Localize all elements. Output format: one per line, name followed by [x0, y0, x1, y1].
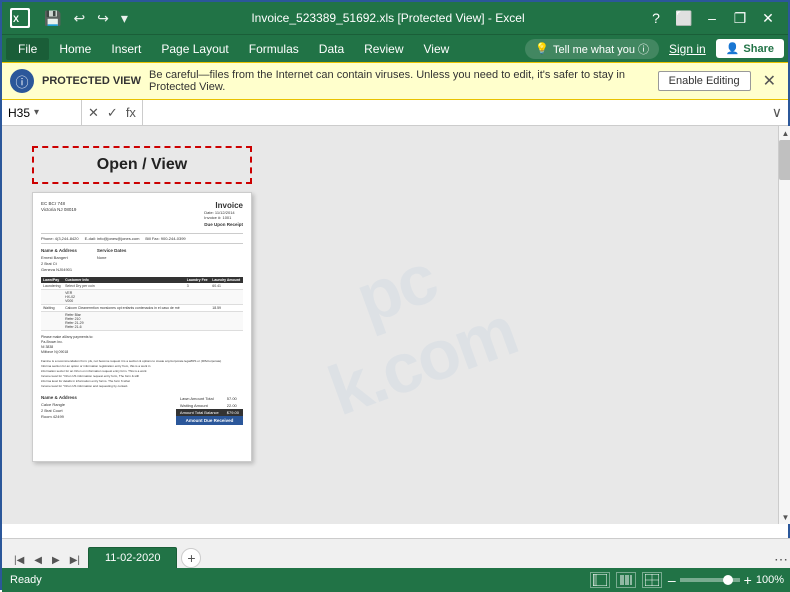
menu-home[interactable]: Home — [49, 38, 101, 60]
menu-formulas[interactable]: Formulas — [239, 38, 309, 60]
menu-insert[interactable]: Insert — [101, 38, 151, 60]
formula-function-icon[interactable]: fx — [124, 105, 138, 120]
quick-access-toolbar: 💾 ↩ ↪ ▾ — [40, 8, 132, 29]
shield-icon: ⓘ — [10, 69, 34, 93]
zoom-minus-btn[interactable]: – — [668, 572, 676, 588]
zoom-plus-btn[interactable]: + — [744, 572, 752, 588]
menu-bar-right: 💡 Tell me what you ⓘ Sign in 👤 Share — [525, 39, 784, 59]
help-icon[interactable]: ? — [644, 6, 668, 30]
tab-navigation: |◀ ◀ ▶ ▶| — [6, 553, 88, 568]
first-tab-btn[interactable]: |◀ — [10, 553, 28, 568]
formula-cancel-icon[interactable]: ✕ — [86, 105, 101, 121]
open-view-label: Open / View — [97, 156, 187, 173]
undo-btn[interactable]: ↩ — [69, 8, 89, 29]
last-tab-btn[interactable]: ▶| — [66, 553, 84, 568]
protected-view-bar: ⓘ PROTECTED VIEW Be careful—files from t… — [2, 62, 788, 100]
menu-review[interactable]: Review — [354, 38, 413, 60]
tab-more-options[interactable]: ⋯ — [774, 551, 788, 568]
formula-confirm-icon[interactable]: ✓ — [105, 105, 120, 121]
sheet-area: pck.com Open / View EC BCr 748 Victoria … — [2, 126, 778, 524]
contact-row: Phone: 4(3,244-8420 E-dail: info@jones@j… — [41, 233, 243, 244]
title-bar-left: X 💾 ↩ ↪ ▾ — [10, 8, 132, 29]
minimize-btn[interactable]: – — [700, 6, 724, 30]
formula-input[interactable] — [143, 106, 766, 120]
zoom-percent: 100% — [756, 574, 784, 586]
invoice-total-section: Name & Address Calce Rangle 2 Brat Court… — [41, 395, 243, 425]
invoice-table: Lawn/Pay Customer Info Laundry Fee Laund… — [41, 277, 243, 331]
ready-label: Ready — [10, 574, 590, 586]
scroll-track-vertical[interactable] — [779, 140, 790, 510]
search-label: Tell me what you ⓘ — [553, 41, 649, 57]
window-title: Invoice_523389_51692.xls [Protected View… — [132, 11, 644, 25]
person-icon: 👤 — [726, 42, 740, 55]
menu-bar: File Home Insert Page Layout Formulas Da… — [2, 34, 788, 62]
protected-view-label: PROTECTED VIEW — [42, 75, 141, 87]
scroll-down-btn[interactable]: ▼ — [779, 510, 790, 524]
company-info: EC BCr 748 Victoria NJ 08019 — [41, 201, 76, 227]
formula-controls: ✕ ✓ fx — [82, 100, 143, 125]
cell-ref-value: H35 — [8, 106, 30, 120]
scroll-thumb-vertical[interactable] — [779, 140, 790, 180]
cell-reference-box[interactable]: H35 ▾ — [2, 100, 82, 125]
sheet-tab-1[interactable]: 11-02-2020 — [88, 547, 177, 568]
formula-expand-icon[interactable]: ∨ — [766, 104, 788, 121]
search-box[interactable]: 💡 Tell me what you ⓘ — [525, 39, 659, 59]
menu-view[interactable]: View — [414, 38, 460, 60]
page-break-view-btn[interactable] — [642, 572, 662, 588]
tab-bar: |◀ ◀ ▶ ▶| 11-02-2020 + ⋯ — [2, 538, 790, 568]
formula-bar: H35 ▾ ✕ ✓ fx ∨ — [2, 100, 788, 126]
cell-ref-dropdown-icon[interactable]: ▾ — [34, 107, 39, 118]
menu-page-layout[interactable]: Page Layout — [151, 38, 238, 60]
title-bar-controls: ? ⬜ – ❐ ✕ — [644, 6, 780, 30]
signin-button[interactable]: Sign in — [663, 40, 712, 58]
normal-view-btn[interactable] — [590, 572, 610, 588]
invoice-title: Invoice — [204, 201, 243, 210]
enable-editing-button[interactable]: Enable Editing — [658, 71, 751, 91]
watermark: pck.com — [293, 220, 526, 430]
due-label: Due Upon Receipt — [204, 222, 243, 227]
add-sheet-button[interactable]: + — [181, 548, 201, 568]
redo-btn[interactable]: ↪ — [93, 8, 113, 29]
scroll-up-btn[interactable]: ▲ — [779, 126, 790, 140]
open-view-box[interactable]: Open / View — [32, 146, 252, 184]
status-bar: Ready – + 100% — [2, 568, 790, 592]
restore-btn[interactable]: ❐ — [728, 6, 752, 30]
invoice-notes: Please make all/any payments to: Pa-Brow… — [41, 335, 243, 389]
invoice-document: EC BCr 748 Victoria NJ 08019 Invoice Dat… — [32, 192, 252, 462]
ribbon-collapse-btn[interactable]: ⬜ — [672, 6, 696, 30]
share-label: Share — [743, 43, 774, 55]
title-bar: X 💾 ↩ ↪ ▾ Invoice_523389_51692.xls [Prot… — [2, 2, 788, 34]
vertical-scrollbar[interactable]: ▲ ▼ — [778, 126, 790, 524]
menu-file[interactable]: File — [6, 38, 49, 60]
invoice-preview: Open / View EC BCr 748 Victoria NJ 08019… — [32, 146, 252, 462]
page-layout-view-btn[interactable] — [616, 572, 636, 588]
address-section: Name & Address Ernest Bangert 2 Brat Ct … — [41, 248, 243, 273]
zoom-bar: – + 100% — [668, 572, 784, 588]
excel-icon: X — [10, 8, 30, 28]
share-button[interactable]: 👤 Share — [716, 39, 784, 58]
status-bar-right: – + 100% — [590, 572, 784, 588]
menu-data[interactable]: Data — [309, 38, 354, 60]
zoom-thumb — [723, 575, 733, 585]
customize-qa-btn[interactable]: ▾ — [117, 8, 132, 29]
amount-due-badge: Amount Due Received — [176, 416, 243, 425]
lightbulb-icon: 💡 — [535, 42, 549, 55]
invoice-number: Invoice #: 1001 — [204, 215, 243, 220]
save-quick-btn[interactable]: 💾 — [40, 8, 65, 29]
tab-bar-right: ⋯ — [774, 551, 788, 568]
svg-text:X: X — [13, 14, 19, 24]
close-protected-bar-icon[interactable]: ✕ — [759, 71, 780, 91]
zoom-slider[interactable] — [680, 578, 740, 582]
protected-view-message: Be careful—files from the Internet can c… — [149, 69, 650, 93]
next-tab-btn[interactable]: ▶ — [48, 553, 64, 568]
close-btn[interactable]: ✕ — [756, 6, 780, 30]
prev-tab-btn[interactable]: ◀ — [30, 553, 46, 568]
